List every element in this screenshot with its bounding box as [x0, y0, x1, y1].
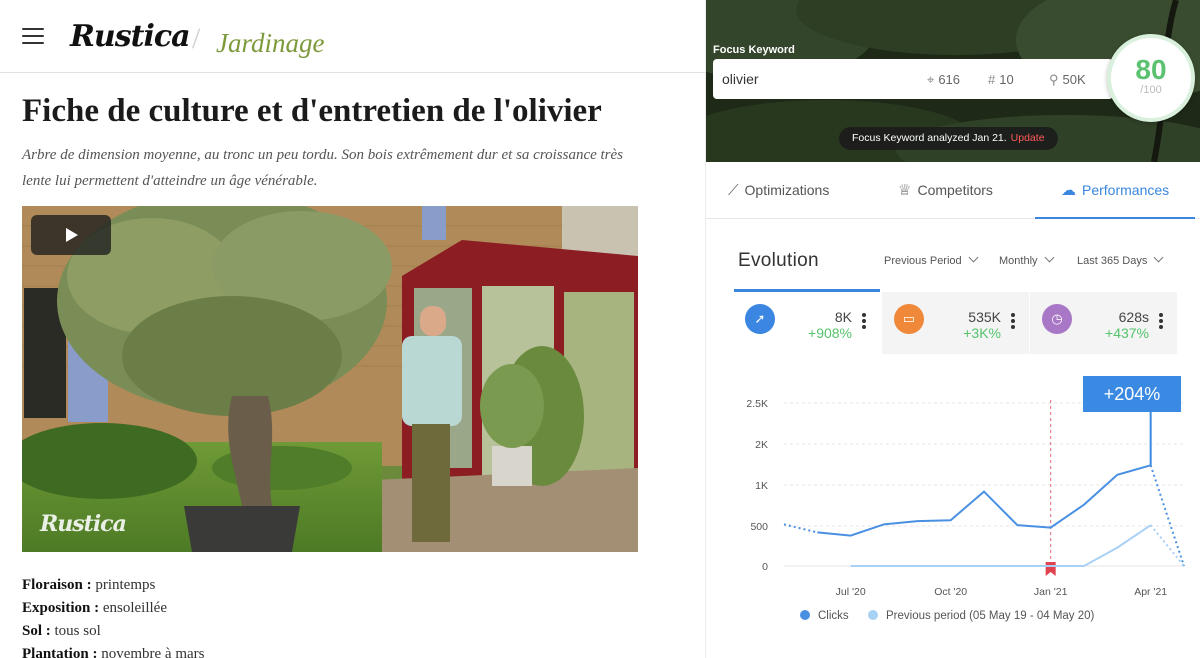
comparison-dropdown[interactable]: Previous Period — [884, 252, 979, 267]
article-pane: Rustica / Jardinage Fiche de culture et … — [0, 0, 705, 658]
video-player[interactable]: Rustica — [22, 206, 638, 552]
fact-row: Floraison : printemps — [22, 577, 156, 593]
analysis-status: Focus Keyword analyzed Jan 21. Update — [839, 127, 1058, 150]
hash-icon: # — [988, 72, 996, 87]
metric-value: 8K — [834, 309, 852, 325]
chevron-down-icon — [1153, 252, 1164, 263]
fact-value: tous sol — [54, 623, 101, 639]
cloud-icon: ☁ — [1061, 182, 1076, 199]
fact-value: printemps — [95, 577, 156, 593]
y-tick-label: 1K — [755, 480, 768, 492]
x-tick-label: Oct '20 — [934, 586, 967, 598]
article-intro: Arbre de dimension moyenne, au tronc un … — [22, 147, 624, 189]
eye-icon: ▭ — [894, 304, 924, 334]
culture-facts: Floraison : printemps Exposition : ensol… — [22, 574, 204, 658]
score-max: /100 — [1140, 84, 1162, 96]
evolution-title: Evolution — [738, 250, 819, 271]
trend-icon: ⟋ — [728, 182, 739, 199]
divider: / — [192, 22, 201, 55]
more-options-icon[interactable] — [1159, 313, 1163, 331]
metric-value: 535K — [968, 309, 1001, 325]
clock-icon: ◷ — [1042, 304, 1072, 334]
fact-label: Plantation — [22, 646, 89, 658]
x-tick-label: Apr '21 — [1134, 586, 1167, 598]
keyword-field[interactable]: olivier ⌖ 616 #10 ⚲ 50K — [713, 59, 1113, 99]
keyword-volume: ⚲ 50K — [1049, 72, 1086, 87]
fact-label: Sol — [22, 623, 43, 639]
cursor-icon: ⌖ — [927, 72, 935, 87]
metric-value: 628s — [1118, 309, 1149, 325]
keyword-clicks: ⌖ 616 — [927, 72, 961, 87]
chevron-down-icon — [1044, 252, 1054, 263]
site-header: Rustica / Jardinage — [0, 0, 705, 73]
y-tick-label: 0 — [762, 561, 768, 573]
play-button[interactable] — [31, 215, 111, 255]
video-watermark: Rustica — [40, 511, 127, 537]
play-icon — [66, 228, 78, 242]
section-link[interactable]: Jardinage — [216, 28, 324, 59]
seo-score: 80 /100 — [1107, 34, 1195, 122]
tab-performances[interactable]: ☁ Performances — [1035, 162, 1196, 219]
x-tick-label: Jan '21 — [1034, 586, 1068, 598]
tab-competitors[interactable]: ♕ Competitors — [898, 162, 993, 219]
fact-label: Exposition — [22, 600, 91, 616]
legend-dot — [868, 610, 878, 620]
site-logo[interactable]: Rustica — [70, 19, 191, 54]
search-icon: ⚲ — [1049, 72, 1059, 87]
legend-clicks[interactable]: Clicks — [800, 609, 849, 622]
bookmark-icon — [1045, 562, 1056, 576]
metric-delta: +437% — [1105, 325, 1149, 341]
seo-panel: Focus Keyword olivier ⌖ 616 #10 ⚲ 50K 80 /… — [705, 0, 1200, 658]
series-line-end — [1149, 524, 1185, 567]
trophy-icon: ♕ — [898, 182, 912, 199]
range-dropdown[interactable]: Last 365 Days — [1077, 252, 1164, 267]
focus-keyword-label: Focus Keyword — [713, 44, 795, 56]
chevron-down-icon — [968, 252, 979, 263]
video-frame — [22, 206, 638, 552]
fact-label: Floraison — [22, 577, 83, 593]
growth-badge: +204% — [1083, 376, 1181, 412]
series-line — [850, 524, 1152, 567]
article-title: Fiche de culture et d'entretien de l'oli… — [22, 93, 602, 129]
metric-clicks[interactable]: ➚ 8K +908% — [733, 292, 880, 354]
metric-impressions[interactable]: ▭ 535K +3K% — [882, 292, 1029, 354]
panel-tabs: ⟋ Optimizations ♕ Competitors ☁ Performance… — [706, 162, 1200, 219]
fact-row: Plantation : novembre à mars — [22, 643, 204, 658]
y-tick-label: 2K — [755, 439, 768, 451]
granularity-dropdown[interactable]: Monthly — [999, 252, 1054, 267]
series-line — [817, 464, 1151, 537]
tab-optimizations[interactable]: ⟋ Optimizations — [728, 162, 829, 219]
keyword-input[interactable]: olivier — [722, 71, 759, 87]
metric-time[interactable]: ◷ 628s +437% — [1030, 292, 1177, 354]
y-tick-label: 500 — [750, 521, 768, 533]
metric-delta: +3K% — [963, 325, 1001, 341]
metric-delta: +908% — [808, 325, 852, 341]
legend-previous[interactable]: Previous period (05 May 19 - 04 May 20) — [868, 609, 1094, 622]
y-tick-label: 2.5K — [746, 398, 768, 410]
fact-value: novembre à mars — [101, 646, 205, 658]
cursor-icon: ➚ — [745, 304, 775, 334]
menu-icon[interactable] — [22, 28, 44, 46]
fact-value: ensoleillée — [102, 600, 167, 616]
keyword-header: Focus Keyword olivier ⌖ 616 #10 ⚲ 50K 80 /… — [706, 0, 1200, 162]
x-tick-label: Jul '20 — [836, 586, 866, 598]
keyword-rank: #10 — [988, 72, 1014, 87]
fact-row: Sol : tous sol — [22, 623, 101, 639]
more-options-icon[interactable] — [862, 313, 866, 331]
legend-dot — [800, 610, 810, 620]
series-line-end — [1149, 465, 1185, 567]
update-link[interactable]: Update — [1011, 132, 1045, 144]
fact-row: Exposition : ensoleillée — [22, 600, 167, 616]
score-value: 80 — [1135, 54, 1167, 85]
series-line-start — [783, 523, 818, 534]
more-options-icon[interactable] — [1011, 313, 1015, 331]
